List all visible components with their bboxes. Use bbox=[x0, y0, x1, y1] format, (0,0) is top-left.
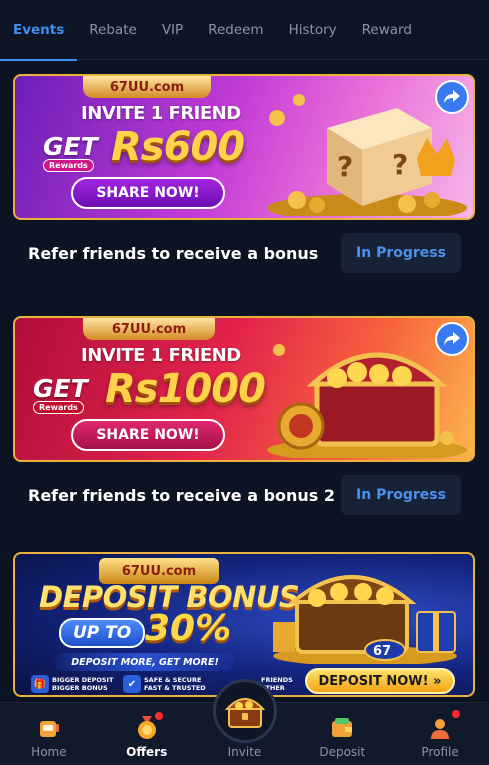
notification-dot bbox=[452, 710, 461, 718]
brand-logo: 67UU.com bbox=[83, 318, 215, 340]
tab-reward[interactable]: Reward bbox=[362, 0, 412, 60]
brand-logo: 67UU.com bbox=[83, 76, 211, 98]
nav-profile[interactable]: Profile bbox=[400, 702, 480, 765]
rewards-tag: Rewards bbox=[43, 159, 94, 172]
svg-text:?: ? bbox=[392, 148, 408, 181]
share-now-button[interactable]: SHARE NOW! bbox=[71, 419, 225, 451]
notification-dot bbox=[154, 712, 163, 720]
chest-badge: 67 bbox=[373, 644, 391, 659]
tab-vip[interactable]: VIP bbox=[162, 0, 183, 60]
get-word: GET bbox=[43, 132, 98, 161]
deposit-tagline: DEPOSIT MORE, GET MORE! bbox=[55, 653, 235, 671]
up-to-label: UP TO bbox=[59, 618, 146, 648]
invite-center-button[interactable] bbox=[213, 679, 277, 743]
event-card: 67UU.com INVITE 1 FRIEND GET Rewards Rs6… bbox=[13, 74, 475, 286]
nav-label: Profile bbox=[421, 745, 459, 759]
event-row[interactable]: Refer friends to receive a bonus In Prog… bbox=[13, 220, 475, 286]
get-word: GET bbox=[33, 374, 88, 403]
nav-deposit[interactable]: Deposit bbox=[302, 702, 382, 765]
deposit-event-card: 67UU.com DEPOSIT BONUS UP TO 30% DEPOSIT… bbox=[13, 552, 475, 697]
event-title: Refer friends to receive a bonus bbox=[28, 243, 319, 263]
nav-home[interactable]: Home bbox=[9, 702, 89, 765]
status-badge[interactable]: In Progress bbox=[341, 233, 461, 273]
banner-headline: INVITE 1 FRIEND bbox=[81, 345, 241, 366]
nav-label: Invite bbox=[227, 745, 262, 759]
user-icon bbox=[427, 715, 453, 741]
reward-amount: Rs1000 bbox=[105, 366, 266, 412]
event-row[interactable]: Refer friends to receive a bonus 2 In Pr… bbox=[13, 462, 475, 528]
share-icon[interactable] bbox=[435, 322, 469, 356]
offers-page: Events Rebate VIP Redeem History Reward … bbox=[0, 0, 489, 765]
mystery-box-art: ? ? bbox=[267, 94, 467, 216]
event-card: 67UU.com INVITE 1 FRIEND GET Rewards Rs1… bbox=[13, 316, 475, 528]
event-banner[interactable]: 67UU.com INVITE 1 FRIEND GET Rewards Rs6… bbox=[13, 74, 475, 220]
nav-offers[interactable]: Offers bbox=[107, 702, 187, 765]
rewards-tag: Rewards bbox=[33, 401, 84, 414]
feature-safe-secure: ✔ SAFE & SECURE FAST & TRUSTED bbox=[123, 672, 206, 695]
nav-label: Offers bbox=[126, 745, 168, 759]
shield-check-icon: ✔ bbox=[123, 675, 141, 693]
bonus-percent: 30% bbox=[145, 608, 232, 649]
treasure-chest-art: 67 bbox=[273, 575, 457, 664]
gift-icon: 🎁 bbox=[31, 675, 49, 693]
tab-redeem[interactable]: Redeem bbox=[208, 0, 263, 60]
nav-label: Deposit bbox=[319, 745, 366, 759]
wallet-icon bbox=[329, 715, 355, 741]
treasure-chest-art bbox=[267, 344, 467, 458]
treasure-chest-icon bbox=[224, 698, 266, 728]
get-rewards-label: GET Rewards bbox=[33, 374, 89, 414]
event-title: Refer friends to receive a bonus 2 bbox=[28, 485, 336, 505]
event-banner[interactable]: 67UU.com INVITE 1 FRIEND GET Rewards Rs1… bbox=[13, 316, 475, 462]
tab-history[interactable]: History bbox=[289, 0, 337, 60]
slot-machine-icon bbox=[36, 715, 62, 741]
tab-events[interactable]: Events bbox=[0, 0, 78, 61]
deposit-now-button[interactable]: DEPOSIT NOW! » bbox=[305, 668, 455, 694]
feature-bigger-bonus: 🎁 BIGGER DEPOSIT BIGGER BONUS bbox=[31, 672, 113, 695]
reward-amount: Rs600 bbox=[111, 124, 245, 170]
banner-headline: INVITE 1 FRIEND bbox=[81, 103, 241, 124]
share-now-button[interactable]: SHARE NOW! bbox=[71, 177, 225, 209]
nav-label: Home bbox=[31, 745, 67, 759]
svg-text:?: ? bbox=[337, 150, 353, 183]
get-rewards-label: GET Rewards bbox=[43, 132, 99, 172]
share-icon[interactable] bbox=[435, 80, 469, 114]
tab-rebate[interactable]: Rebate bbox=[89, 0, 137, 60]
status-badge[interactable]: In Progress bbox=[341, 475, 461, 515]
deposit-banner[interactable]: 67UU.com DEPOSIT BONUS UP TO 30% DEPOSIT… bbox=[13, 552, 475, 697]
tab-bar: Events Rebate VIP Redeem History Reward bbox=[0, 0, 489, 61]
